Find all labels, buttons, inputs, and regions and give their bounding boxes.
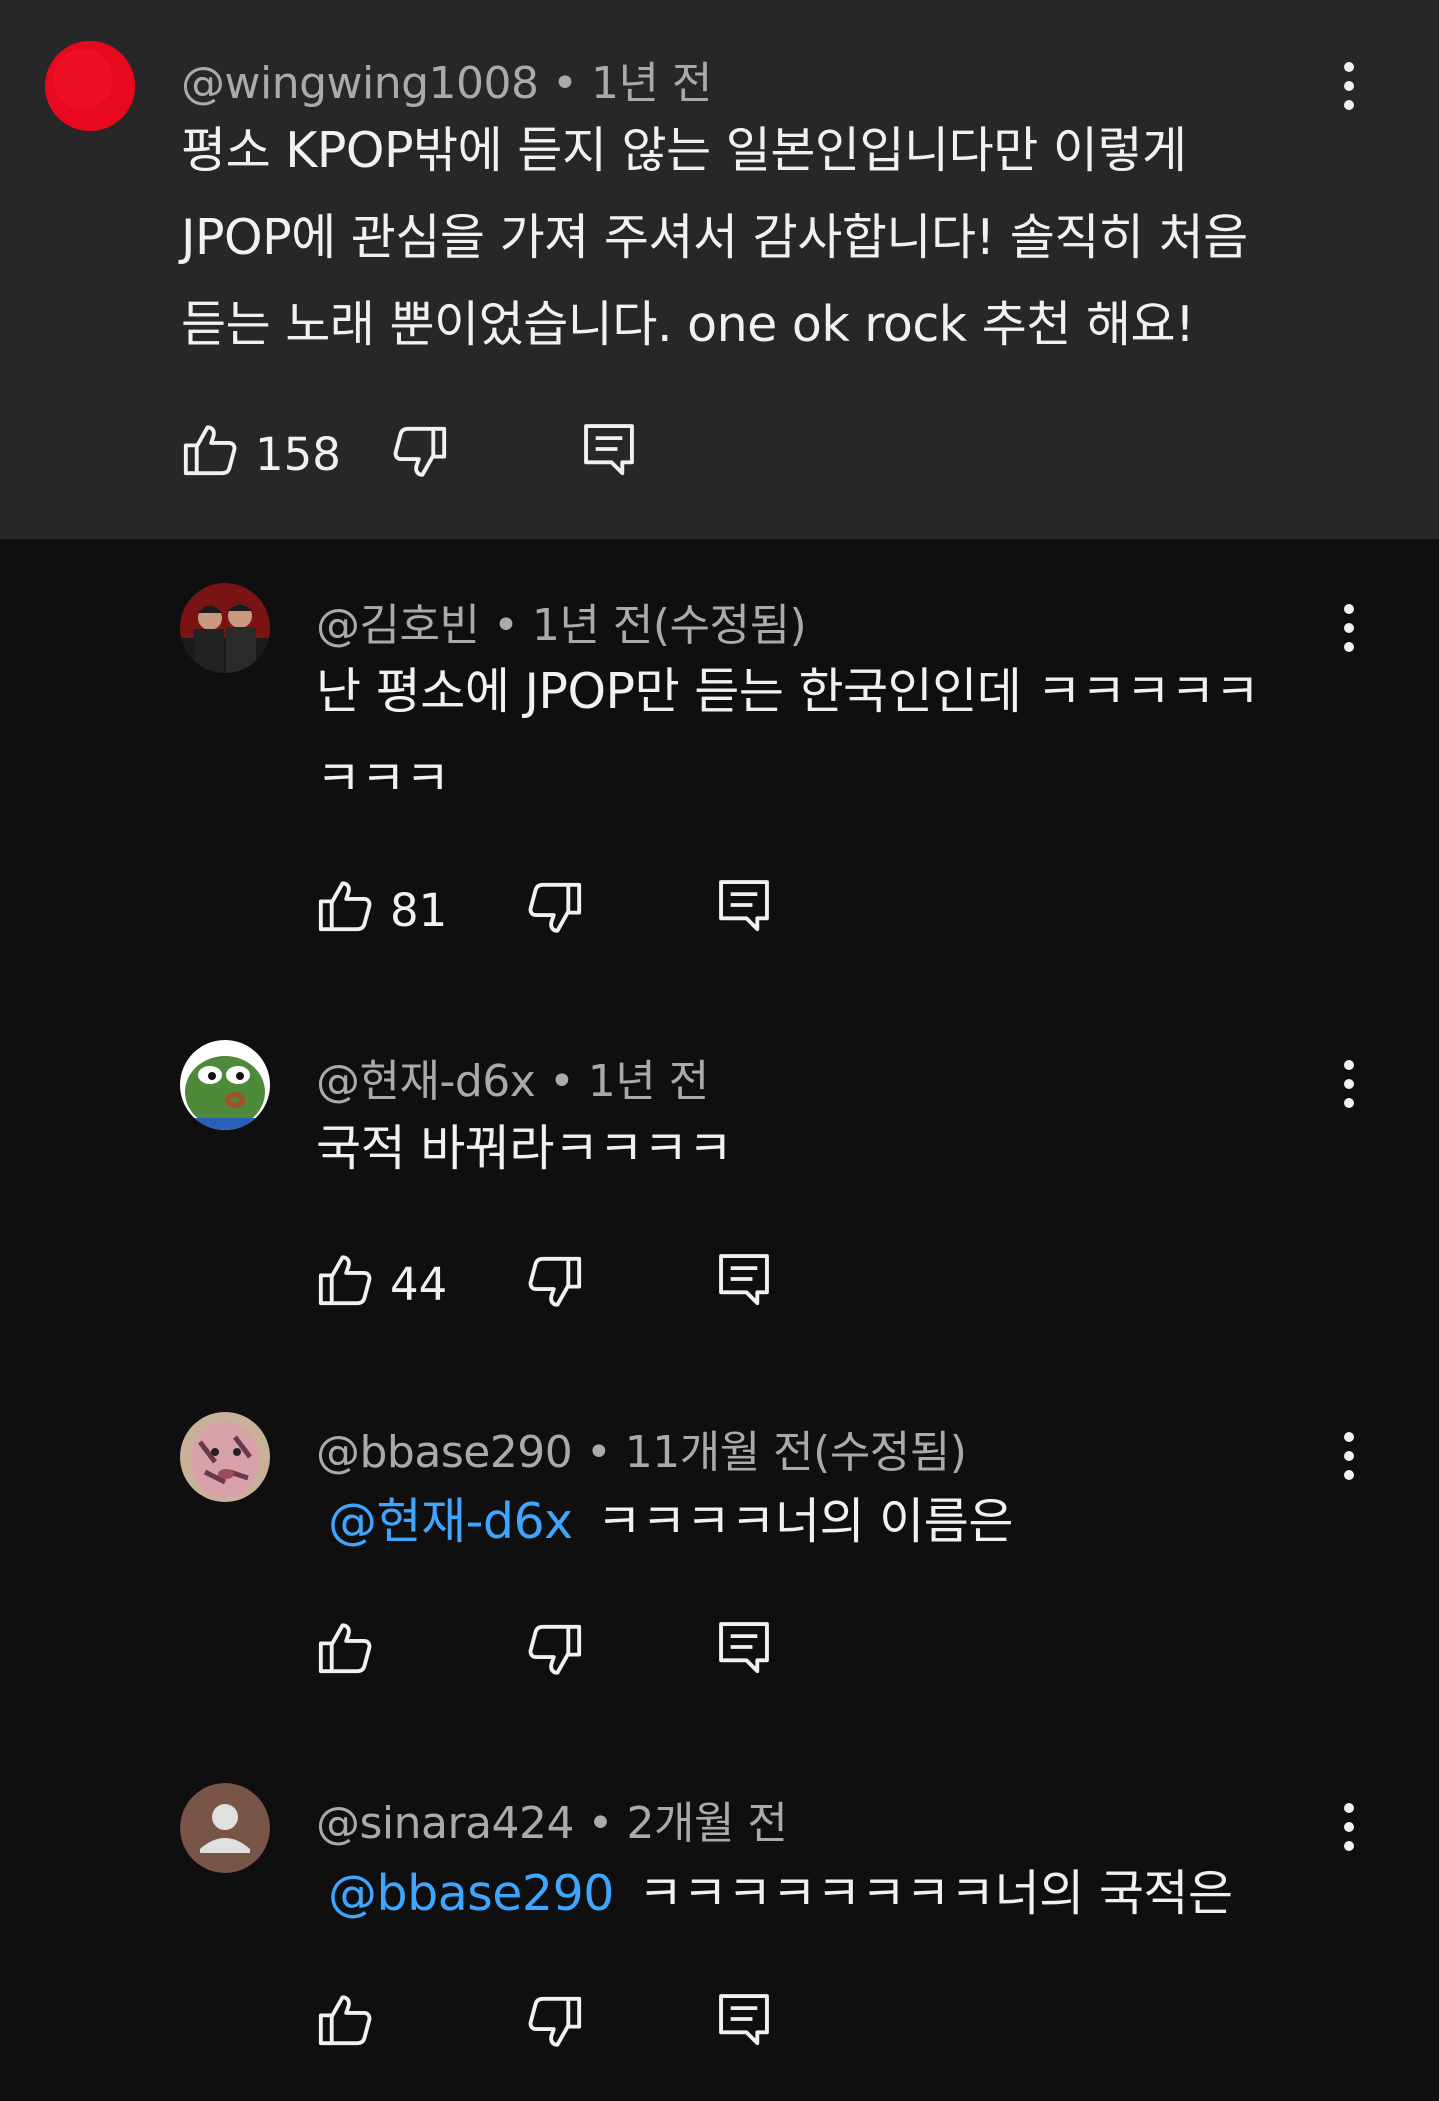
- like-count: 44: [390, 1258, 448, 1311]
- dislike-icon[interactable]: [391, 424, 449, 482]
- avatar[interactable]: [180, 1783, 270, 1873]
- more-options-icon[interactable]: [1334, 598, 1364, 658]
- comment-time: • 1년 전: [552, 58, 712, 109]
- comment-text: 국적 바꿔라ㅋㅋㅋㅋ: [316, 1105, 733, 1192]
- dislike-icon[interactable]: [526, 1622, 584, 1680]
- like-icon[interactable]: [181, 420, 239, 478]
- comment-text-line: 듣는 노래 뿐이었습니다. one ok rock 추천 해요!: [181, 296, 1195, 353]
- avatar[interactable]: [180, 583, 270, 673]
- comment-text: 난 평소에 JPOP만 듣는 한국인인데 ㅋㅋㅋㅋㅋ ㅋㅋㅋ: [316, 648, 1260, 822]
- comment-text: @bbase290 ㅋㅋㅋㅋㅋㅋㅋㅋ너의 국적은: [316, 1850, 1233, 1937]
- avatar-image: [45, 41, 135, 131]
- comment-actions: 81: [316, 876, 816, 946]
- comment-meta: @sinara424 • 2개월 전: [316, 1787, 788, 1851]
- mention-link[interactable]: @현재-d6x: [328, 1493, 573, 1550]
- more-options-icon[interactable]: [1334, 1054, 1364, 1114]
- comment-time: • 1년 전(수정됨): [492, 600, 807, 651]
- avatar-image: [180, 1040, 270, 1130]
- reply-icon[interactable]: [715, 1618, 773, 1676]
- reply-icon[interactable]: [715, 1990, 773, 2048]
- like-icon[interactable]: [316, 876, 374, 934]
- comment-author[interactable]: @김호빈: [316, 600, 480, 651]
- avatar[interactable]: [180, 1040, 270, 1130]
- comment-time: • 1년 전: [548, 1056, 709, 1107]
- avatar-image: [180, 1783, 270, 1873]
- comment-text-line: 평소 KPOP밖에 듣지 않는 일본인입니다만 이렇게: [181, 122, 1187, 179]
- dislike-icon[interactable]: [526, 880, 584, 938]
- comment-text-line: JPOP에 관심을 가져 주셔서 감사합니다! 솔직히 처음: [181, 209, 1248, 266]
- comment-author[interactable]: @현재-d6x: [316, 1056, 536, 1107]
- comment-text-line: ㅋㅋㅋ: [316, 750, 450, 807]
- comment-text-line: ㅋㅋㅋㅋㅋㅋㅋㅋ너의 국적은: [637, 1865, 1233, 1922]
- like-icon[interactable]: [316, 1250, 374, 1308]
- comment-meta: @현재-d6x • 1년 전: [316, 1045, 709, 1109]
- avatar-image: [180, 583, 270, 673]
- comment-author[interactable]: @wingwing1008: [181, 58, 539, 109]
- like-icon[interactable]: [316, 1618, 374, 1676]
- more-options-icon[interactable]: [1334, 1797, 1364, 1857]
- more-options-icon[interactable]: [1334, 1426, 1364, 1486]
- reply-icon[interactable]: [715, 876, 773, 934]
- avatar[interactable]: [45, 41, 135, 131]
- like-count: 81: [390, 884, 448, 937]
- comment-actions: 44: [316, 1250, 816, 1320]
- like-count: 158: [255, 428, 341, 481]
- dislike-icon[interactable]: [526, 1254, 584, 1312]
- comment-text: 평소 KPOP밖에 듣지 않는 일본인입니다만 이렇게 JPOP에 관심을 가져…: [181, 107, 1248, 368]
- comment-text-line: 난 평소에 JPOP만 듣는 한국인인데 ㅋㅋㅋㅋㅋ: [316, 663, 1260, 720]
- avatar[interactable]: [180, 1412, 270, 1502]
- comment-actions: 158: [181, 420, 681, 490]
- avatar-image: [180, 1412, 270, 1502]
- comment-meta: @김호빈 • 1년 전(수정됨): [316, 589, 807, 653]
- comment-text-line: 국적 바꿔라ㅋㅋㅋㅋ: [316, 1120, 733, 1177]
- comment-actions: [316, 1990, 816, 2060]
- comment-text: @현재-d6x ㅋㅋㅋㅋ너의 이름은: [316, 1478, 1013, 1565]
- comment-author[interactable]: @bbase290: [316, 1427, 573, 1478]
- comment-actions: [316, 1618, 816, 1688]
- reply-icon[interactable]: [580, 420, 638, 478]
- comment-author[interactable]: @sinara424: [316, 1798, 575, 1849]
- comment-time: • 2개월 전: [587, 1798, 788, 1849]
- comment-meta: @bbase290 • 11개월 전(수정됨): [316, 1416, 967, 1480]
- comment-time: • 11개월 전(수정됨): [585, 1427, 967, 1478]
- comment-meta: @wingwing1008 • 1년 전: [181, 47, 712, 111]
- comment-text-line: ㅋㅋㅋㅋ너의 이름은: [596, 1493, 1014, 1550]
- dislike-icon[interactable]: [526, 1994, 584, 2052]
- more-options-icon[interactable]: [1334, 56, 1364, 116]
- mention-link[interactable]: @bbase290: [328, 1865, 614, 1922]
- like-icon[interactable]: [316, 1990, 374, 2048]
- reply-icon[interactable]: [715, 1250, 773, 1308]
